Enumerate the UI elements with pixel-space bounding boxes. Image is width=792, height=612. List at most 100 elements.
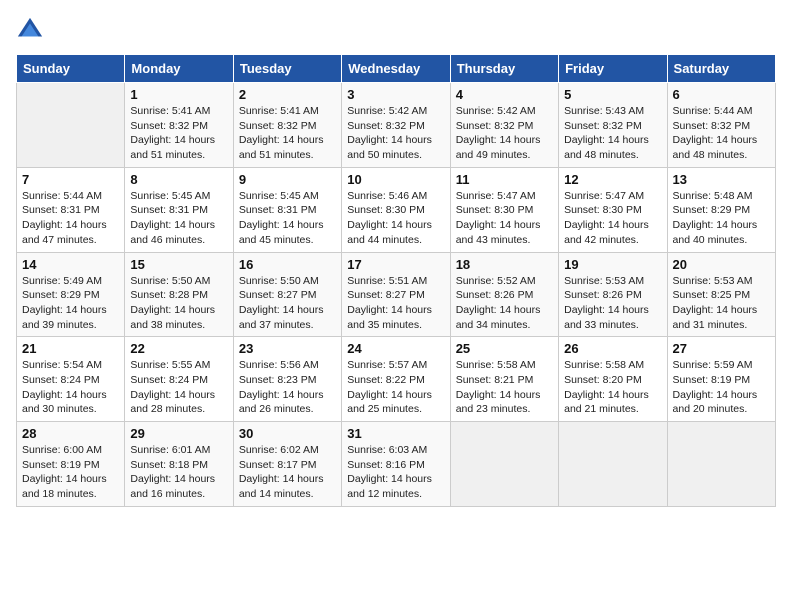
- day-info: Sunrise: 5:45 AM Sunset: 8:31 PM Dayligh…: [239, 189, 336, 248]
- day-info: Sunrise: 5:58 AM Sunset: 8:20 PM Dayligh…: [564, 358, 661, 417]
- day-info: Sunrise: 5:59 AM Sunset: 8:19 PM Dayligh…: [673, 358, 770, 417]
- day-number: 15: [130, 257, 227, 272]
- day-info: Sunrise: 5:41 AM Sunset: 8:32 PM Dayligh…: [239, 104, 336, 163]
- day-number: 24: [347, 341, 444, 356]
- day-info: Sunrise: 5:42 AM Sunset: 8:32 PM Dayligh…: [347, 104, 444, 163]
- day-info: Sunrise: 5:56 AM Sunset: 8:23 PM Dayligh…: [239, 358, 336, 417]
- day-info: Sunrise: 5:49 AM Sunset: 8:29 PM Dayligh…: [22, 274, 119, 333]
- day-number: 4: [456, 87, 553, 102]
- calendar-cell: 29 Sunrise: 6:01 AM Sunset: 8:18 PM Dayli…: [125, 422, 233, 507]
- day-info: Sunrise: 5:57 AM Sunset: 8:22 PM Dayligh…: [347, 358, 444, 417]
- calendar-cell: 3 Sunrise: 5:42 AM Sunset: 8:32 PM Daylig…: [342, 83, 450, 168]
- day-number: 23: [239, 341, 336, 356]
- day-number: 17: [347, 257, 444, 272]
- day-info: Sunrise: 6:01 AM Sunset: 8:18 PM Dayligh…: [130, 443, 227, 502]
- day-number: 11: [456, 172, 553, 187]
- col-header-tuesday: Tuesday: [233, 55, 341, 83]
- calendar-table: SundayMondayTuesdayWednesdayThursdayFrid…: [16, 54, 776, 507]
- day-info: Sunrise: 5:45 AM Sunset: 8:31 PM Dayligh…: [130, 189, 227, 248]
- calendar-cell: 10 Sunrise: 5:46 AM Sunset: 8:30 PM Dayli…: [342, 167, 450, 252]
- day-number: 27: [673, 341, 770, 356]
- day-info: Sunrise: 5:48 AM Sunset: 8:29 PM Dayligh…: [673, 189, 770, 248]
- day-number: 14: [22, 257, 119, 272]
- day-number: 18: [456, 257, 553, 272]
- calendar-cell: 14 Sunrise: 5:49 AM Sunset: 8:29 PM Dayli…: [17, 252, 125, 337]
- col-header-friday: Friday: [559, 55, 667, 83]
- col-header-saturday: Saturday: [667, 55, 775, 83]
- day-number: 13: [673, 172, 770, 187]
- day-info: Sunrise: 5:44 AM Sunset: 8:32 PM Dayligh…: [673, 104, 770, 163]
- day-info: Sunrise: 5:43 AM Sunset: 8:32 PM Dayligh…: [564, 104, 661, 163]
- calendar-cell: 15 Sunrise: 5:50 AM Sunset: 8:28 PM Dayli…: [125, 252, 233, 337]
- col-header-sunday: Sunday: [17, 55, 125, 83]
- day-number: 21: [22, 341, 119, 356]
- calendar-cell: 30 Sunrise: 6:02 AM Sunset: 8:17 PM Dayli…: [233, 422, 341, 507]
- calendar-cell: 2Sunrise: 5:41 AM Sunset: 8:32 PM Daylig…: [233, 83, 341, 168]
- day-info: Sunrise: 6:03 AM Sunset: 8:16 PM Dayligh…: [347, 443, 444, 502]
- day-number: 22: [130, 341, 227, 356]
- day-info: Sunrise: 5:51 AM Sunset: 8:27 PM Dayligh…: [347, 274, 444, 333]
- calendar-cell: 27 Sunrise: 5:59 AM Sunset: 8:19 PM Dayli…: [667, 337, 775, 422]
- calendar-cell: 17 Sunrise: 5:51 AM Sunset: 8:27 PM Dayli…: [342, 252, 450, 337]
- col-header-monday: Monday: [125, 55, 233, 83]
- day-number: 28: [22, 426, 119, 441]
- day-info: Sunrise: 6:02 AM Sunset: 8:17 PM Dayligh…: [239, 443, 336, 502]
- day-info: Sunrise: 5:52 AM Sunset: 8:26 PM Dayligh…: [456, 274, 553, 333]
- day-number: 25: [456, 341, 553, 356]
- day-info: Sunrise: 5:42 AM Sunset: 8:32 PM Dayligh…: [456, 104, 553, 163]
- calendar-cell: 24 Sunrise: 5:57 AM Sunset: 8:22 PM Dayli…: [342, 337, 450, 422]
- calendar-cell: 16Sunrise: 5:50 AM Sunset: 8:27 PM Dayli…: [233, 252, 341, 337]
- day-number: 3: [347, 87, 444, 102]
- day-info: Sunrise: 5:46 AM Sunset: 8:30 PM Dayligh…: [347, 189, 444, 248]
- day-number: 12: [564, 172, 661, 187]
- day-number: 16: [239, 257, 336, 272]
- calendar-cell: 31Sunrise: 6:03 AM Sunset: 8:16 PM Dayli…: [342, 422, 450, 507]
- day-info: Sunrise: 5:47 AM Sunset: 8:30 PM Dayligh…: [564, 189, 661, 248]
- day-number: 20: [673, 257, 770, 272]
- calendar-cell: 18 Sunrise: 5:52 AM Sunset: 8:26 PM Dayli…: [450, 252, 558, 337]
- day-number: 30: [239, 426, 336, 441]
- col-header-thursday: Thursday: [450, 55, 558, 83]
- day-number: 29: [130, 426, 227, 441]
- calendar-cell: 23 Sunrise: 5:56 AM Sunset: 8:23 PM Dayli…: [233, 337, 341, 422]
- calendar-cell: 22 Sunrise: 5:55 AM Sunset: 8:24 PM Dayli…: [125, 337, 233, 422]
- day-info: Sunrise: 5:50 AM Sunset: 8:28 PM Dayligh…: [130, 274, 227, 333]
- calendar-cell: 6Sunrise: 5:44 AM Sunset: 8:32 PM Daylig…: [667, 83, 775, 168]
- calendar-cell: 4 Sunrise: 5:42 AM Sunset: 8:32 PM Daylig…: [450, 83, 558, 168]
- calendar-cell: 9 Sunrise: 5:45 AM Sunset: 8:31 PM Daylig…: [233, 167, 341, 252]
- day-info: Sunrise: 6:00 AM Sunset: 8:19 PM Dayligh…: [22, 443, 119, 502]
- day-number: 9: [239, 172, 336, 187]
- calendar-cell: 11Sunrise: 5:47 AM Sunset: 8:30 PM Dayli…: [450, 167, 558, 252]
- calendar-cell: 7 Sunrise: 5:44 AM Sunset: 8:31 PM Daylig…: [17, 167, 125, 252]
- day-info: Sunrise: 5:44 AM Sunset: 8:31 PM Dayligh…: [22, 189, 119, 248]
- calendar-cell: 13 Sunrise: 5:48 AM Sunset: 8:29 PM Dayli…: [667, 167, 775, 252]
- day-number: 1: [130, 87, 227, 102]
- calendar-cell: 21 Sunrise: 5:54 AM Sunset: 8:24 PM Dayli…: [17, 337, 125, 422]
- day-number: 19: [564, 257, 661, 272]
- calendar-cell: [559, 422, 667, 507]
- day-info: Sunrise: 5:53 AM Sunset: 8:25 PM Dayligh…: [673, 274, 770, 333]
- calendar-cell: [17, 83, 125, 168]
- calendar-cell: [667, 422, 775, 507]
- calendar-cell: 25Sunrise: 5:58 AM Sunset: 8:21 PM Dayli…: [450, 337, 558, 422]
- day-info: Sunrise: 5:41 AM Sunset: 8:32 PM Dayligh…: [130, 104, 227, 163]
- day-info: Sunrise: 5:54 AM Sunset: 8:24 PM Dayligh…: [22, 358, 119, 417]
- calendar-cell: [450, 422, 558, 507]
- day-number: 5: [564, 87, 661, 102]
- page-header: [16, 16, 776, 44]
- logo-icon: [16, 16, 44, 44]
- day-number: 7: [22, 172, 119, 187]
- calendar-cell: 1 Sunrise: 5:41 AM Sunset: 8:32 PM Daylig…: [125, 83, 233, 168]
- day-number: 8: [130, 172, 227, 187]
- calendar-cell: 28 Sunrise: 6:00 AM Sunset: 8:19 PM Dayli…: [17, 422, 125, 507]
- calendar-cell: 26 Sunrise: 5:58 AM Sunset: 8:20 PM Dayli…: [559, 337, 667, 422]
- day-number: 10: [347, 172, 444, 187]
- day-info: Sunrise: 5:53 AM Sunset: 8:26 PM Dayligh…: [564, 274, 661, 333]
- col-header-wednesday: Wednesday: [342, 55, 450, 83]
- calendar-cell: 20 Sunrise: 5:53 AM Sunset: 8:25 PM Dayli…: [667, 252, 775, 337]
- logo: [16, 16, 48, 44]
- day-info: Sunrise: 5:55 AM Sunset: 8:24 PM Dayligh…: [130, 358, 227, 417]
- calendar-cell: 12 Sunrise: 5:47 AM Sunset: 8:30 PM Dayli…: [559, 167, 667, 252]
- day-number: 26: [564, 341, 661, 356]
- calendar-cell: 5 Sunrise: 5:43 AM Sunset: 8:32 PM Daylig…: [559, 83, 667, 168]
